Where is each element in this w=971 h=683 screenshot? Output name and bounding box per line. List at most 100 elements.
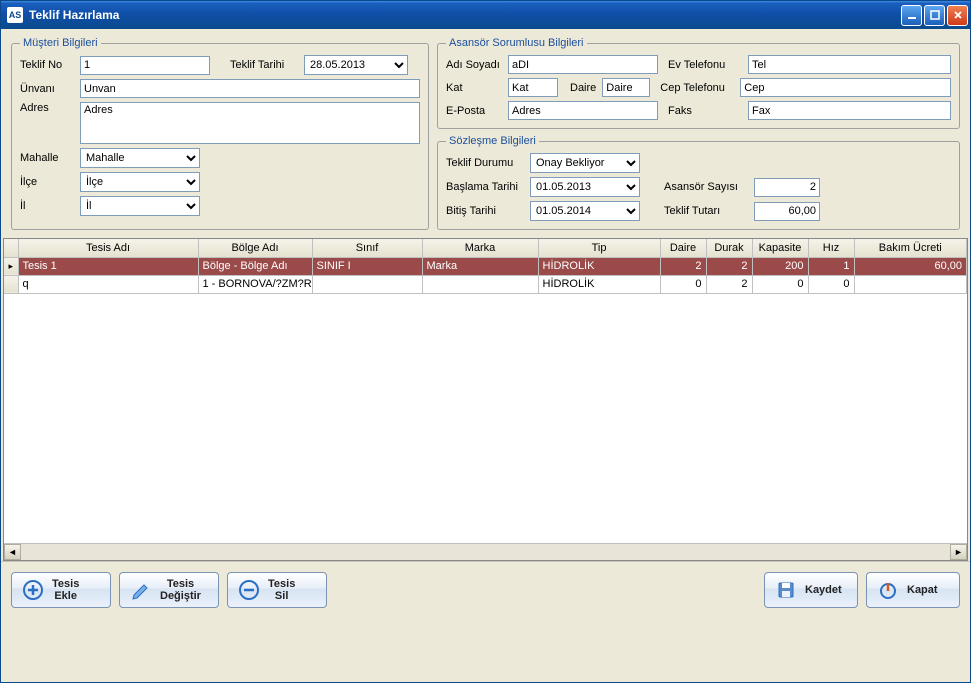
bitis-tarihi-select[interactable]: 01.05.2014: [530, 201, 640, 221]
tesis-sil-label2: Sil: [268, 590, 295, 602]
minimize-button[interactable]: [901, 5, 922, 26]
kapat-button[interactable]: Kapat: [866, 572, 960, 608]
row-header-blank: [4, 239, 18, 257]
tesis-ekle-label2: Ekle: [52, 590, 79, 602]
mahalle-select[interactable]: Mahalle: [80, 148, 200, 168]
unvan-label: Ünvanı: [20, 83, 80, 95]
sozlesme-legend: Sözleşme Bilgileri: [446, 135, 539, 147]
close-button[interactable]: [947, 5, 968, 26]
cell[interactable]: Bölge - Bölge Adı: [198, 257, 312, 275]
cell[interactable]: 2: [706, 257, 752, 275]
daire-input[interactable]: [602, 78, 650, 97]
kat-input[interactable]: [508, 78, 558, 97]
tesis-degistir-label1: Tesis: [167, 578, 194, 590]
cell[interactable]: 1 - BORNOVA/?ZM?R: [198, 275, 312, 293]
sorumlu-legend: Asansör Sorumlusu Bilgileri: [446, 37, 587, 49]
faks-label: Faks: [668, 105, 748, 117]
sorumlu-bilgileri-group: Asansör Sorumlusu Bilgileri Adı Soyadı E…: [437, 37, 960, 129]
footer-toolbar: TesisEkle TesisDeğiştir TesisSil Kaydet: [1, 561, 970, 618]
scroll-right-icon[interactable]: ►: [950, 544, 967, 560]
app-icon: AS: [7, 7, 23, 23]
teklif-no-input[interactable]: [80, 56, 210, 75]
row-indicator[interactable]: [4, 275, 18, 293]
cell[interactable]: 60,00: [854, 257, 967, 275]
teklif-durumu-select[interactable]: Onay Bekliyor: [530, 153, 640, 173]
ev-telefonu-label: Ev Telefonu: [668, 59, 748, 71]
teklif-tarihi-label: Teklif Tarihi: [230, 59, 304, 71]
teklif-tutari-label: Teklif Tutarı: [664, 205, 754, 217]
tesis-grid[interactable]: Tesis Adı Bölge Adı Sınıf Marka Tip Dair…: [3, 238, 968, 561]
table-row[interactable]: ▸Tesis 1Bölge - Bölge AdıSINIF IMarkaHİD…: [4, 257, 967, 275]
cell[interactable]: Marka: [422, 257, 538, 275]
row-indicator[interactable]: ▸: [4, 257, 18, 275]
cell[interactable]: 2: [706, 275, 752, 293]
il-select[interactable]: İl: [80, 196, 200, 216]
col-sinif[interactable]: Sınıf: [312, 239, 422, 257]
window-frame: AS Teklif Hazırlama Müşteri Bilgileri Te…: [0, 0, 971, 683]
col-durak[interactable]: Durak: [706, 239, 752, 257]
cell[interactable]: Tesis 1: [18, 257, 198, 275]
table-row[interactable]: q1 - BORNOVA/?ZM?RHİDROLİK0200: [4, 275, 967, 293]
adres-label: Adres: [20, 102, 80, 114]
scroll-left-icon[interactable]: ◄: [4, 544, 21, 560]
tesis-sil-button[interactable]: TesisSil: [227, 572, 327, 608]
col-bolge-adi[interactable]: Bölge Adı: [198, 239, 312, 257]
maximize-button[interactable]: [924, 5, 945, 26]
cell[interactable]: 2: [660, 257, 706, 275]
ev-telefonu-input[interactable]: [748, 55, 951, 74]
titlebar[interactable]: AS Teklif Hazırlama: [1, 1, 970, 29]
adres-textarea[interactable]: Adres: [80, 102, 420, 144]
musteri-bilgileri-group: Müşteri Bilgileri Teklif No Teklif Tarih…: [11, 37, 429, 230]
adi-soyadi-label: Adı Soyadı: [446, 59, 508, 71]
power-icon: [877, 579, 899, 601]
cep-telefonu-label: Cep Telefonu: [660, 82, 740, 94]
faks-input[interactable]: [748, 101, 951, 120]
cell[interactable]: [854, 275, 967, 293]
tesis-sil-label1: Tesis: [268, 578, 295, 590]
tesis-ekle-label1: Tesis: [52, 578, 79, 590]
tesis-degistir-button[interactable]: TesisDeğiştir: [119, 572, 219, 608]
cep-telefonu-input[interactable]: [740, 78, 951, 97]
col-tip[interactable]: Tip: [538, 239, 660, 257]
musteri-legend: Müşteri Bilgileri: [20, 37, 101, 49]
ilce-label: İlçe: [20, 176, 80, 188]
baslama-tarihi-select[interactable]: 01.05.2013: [530, 177, 640, 197]
unvan-input[interactable]: [80, 79, 420, 98]
cell[interactable]: q: [18, 275, 198, 293]
kapat-label: Kapat: [907, 584, 938, 596]
cell[interactable]: SINIF I: [312, 257, 422, 275]
cell[interactable]: 0: [752, 275, 808, 293]
plus-icon: [22, 579, 44, 601]
col-hiz[interactable]: Hız: [808, 239, 854, 257]
mahalle-label: Mahalle: [20, 152, 80, 164]
cell[interactable]: 0: [660, 275, 706, 293]
teklif-tutari-input[interactable]: [754, 202, 820, 221]
ilce-select[interactable]: İlçe: [80, 172, 200, 192]
asansor-sayisi-input[interactable]: [754, 178, 820, 197]
cell[interactable]: HİDROLİK: [538, 257, 660, 275]
form-area: Müşteri Bilgileri Teklif No Teklif Tarih…: [1, 29, 970, 234]
horizontal-scrollbar[interactable]: ◄ ►: [4, 543, 967, 560]
asansor-sayisi-label: Asansör Sayısı: [664, 181, 754, 193]
col-bakim-ucreti[interactable]: Bakım Ücreti: [854, 239, 967, 257]
eposta-input[interactable]: [508, 101, 658, 120]
tesis-degistir-label2: Değiştir: [160, 590, 201, 602]
col-kapasite[interactable]: Kapasite: [752, 239, 808, 257]
cell[interactable]: [312, 275, 422, 293]
col-daire[interactable]: Daire: [660, 239, 706, 257]
col-tesis-adi[interactable]: Tesis Adı: [18, 239, 198, 257]
tesis-table[interactable]: Tesis Adı Bölge Adı Sınıf Marka Tip Dair…: [4, 239, 967, 294]
adi-soyadi-input[interactable]: [508, 55, 658, 74]
cell[interactable]: 0: [808, 275, 854, 293]
col-marka[interactable]: Marka: [422, 239, 538, 257]
kaydet-label: Kaydet: [805, 584, 842, 596]
cell[interactable]: HİDROLİK: [538, 275, 660, 293]
kaydet-button[interactable]: Kaydet: [764, 572, 858, 608]
teklif-tarihi-select[interactable]: 28.05.2013: [304, 55, 408, 75]
tesis-ekle-button[interactable]: TesisEkle: [11, 572, 111, 608]
scroll-track[interactable]: [21, 544, 950, 560]
cell[interactable]: [422, 275, 538, 293]
cell[interactable]: 200: [752, 257, 808, 275]
cell[interactable]: 1: [808, 257, 854, 275]
kat-label: Kat: [446, 82, 508, 94]
